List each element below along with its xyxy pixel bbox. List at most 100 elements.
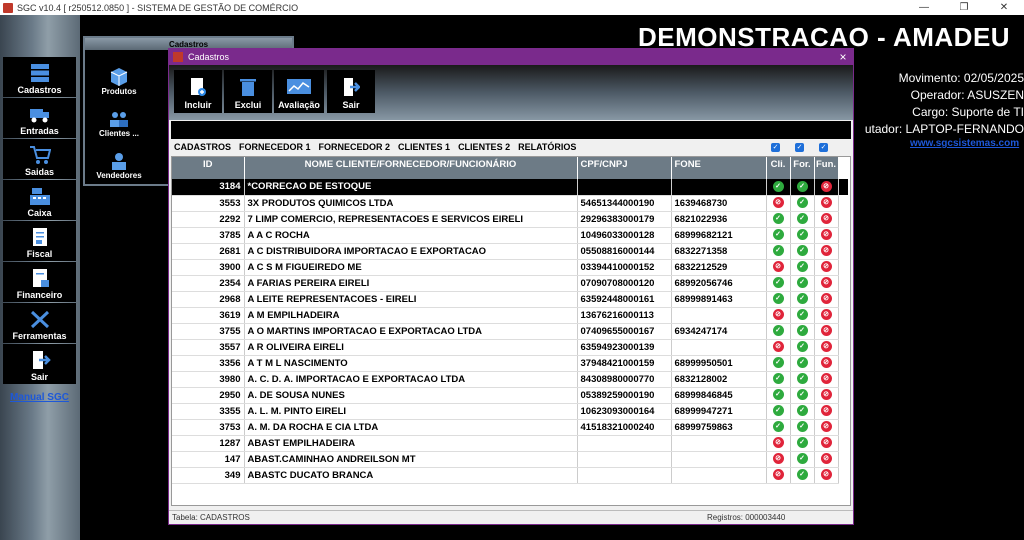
- table-row[interactable]: 147 ABAST.CAMINHAO ANDREILSON MT ⊘ ✓ ⊘: [172, 451, 848, 468]
- tab-clientes-2[interactable]: CLIENTES 2: [458, 142, 510, 152]
- minimize-icon[interactable]: —: [904, 0, 944, 15]
- filter-for-checkbox[interactable]: ✓: [795, 143, 804, 152]
- cell-fun[interactable]: ⊘: [814, 179, 839, 196]
- cell-fun[interactable]: ⊘: [814, 451, 839, 468]
- table-row[interactable]: 3619 A M EMPILHADEIRA 13676216000113 ⊘ ✓ ⊘: [172, 307, 848, 324]
- cell-for[interactable]: ✓: [790, 227, 815, 244]
- table-row[interactable]: 2292 7 LIMP COMERCIO, REPRESENTACOES E SE…: [172, 211, 848, 228]
- tab-relatorios[interactable]: RELATÓRIOS: [518, 142, 576, 152]
- tab-fornecedor-1[interactable]: FORNECEDOR 1: [239, 142, 311, 152]
- cell-fun[interactable]: ⊘: [814, 307, 839, 324]
- cell-cli[interactable]: ✓: [766, 243, 791, 260]
- cell-fun[interactable]: ⊘: [814, 259, 839, 276]
- cell-for[interactable]: ✓: [790, 179, 815, 196]
- close-window-icon[interactable]: ✕: [984, 0, 1024, 15]
- table-row[interactable]: 2681 A C DISTRIBUIDORA IMPORTACAO E EXPOR…: [172, 243, 848, 260]
- cell-cli[interactable]: ✓: [766, 323, 791, 340]
- cell-cli[interactable]: ✓: [766, 227, 791, 244]
- cell-fun[interactable]: ⊘: [814, 211, 839, 228]
- cell-fun[interactable]: ⊘: [814, 355, 839, 372]
- table-row[interactable]: 2950 A. DE SOUSA NUNES 05389259000190 68999…: [172, 387, 848, 404]
- cell-cli[interactable]: ⊘: [766, 339, 791, 356]
- cell-for[interactable]: ✓: [790, 259, 815, 276]
- website-link[interactable]: www.sgcsistemas.com: [910, 138, 1019, 149]
- cell-for[interactable]: ✓: [790, 419, 815, 436]
- table-row[interactable]: 3356 A T M L NASCIMENTO 37948421000159 6899…: [172, 355, 848, 372]
- sidebar-item-ferramentas[interactable]: Ferramentas: [3, 303, 76, 343]
- cell-for[interactable]: ✓: [790, 307, 815, 324]
- cell-fun[interactable]: ⊘: [814, 371, 839, 388]
- cell-for[interactable]: ✓: [790, 403, 815, 420]
- cell-for[interactable]: ✓: [790, 195, 815, 212]
- cell-for[interactable]: ✓: [790, 371, 815, 388]
- cell-for[interactable]: ✓: [790, 355, 815, 372]
- tab-clientes-1[interactable]: CLIENTES 1: [398, 142, 450, 152]
- cell-cli[interactable]: ✓: [766, 387, 791, 404]
- manual-link[interactable]: Manual SGC: [3, 392, 76, 403]
- cell-fun[interactable]: ⊘: [814, 467, 839, 484]
- cell-fun[interactable]: ⊘: [814, 419, 839, 436]
- cell-for[interactable]: ✓: [790, 323, 815, 340]
- table-row[interactable]: 3755 A O MARTINS IMPORTACAO E EXPORTACAO …: [172, 323, 848, 340]
- table-row[interactable]: 3355 A. L. M. PINTO EIRELI 10623093000164 6…: [172, 403, 848, 420]
- sidebar-item-saidas[interactable]: Saidas: [3, 139, 76, 179]
- cell-fun[interactable]: ⊘: [814, 291, 839, 308]
- avaliacao-button[interactable]: Avaliação: [274, 70, 324, 113]
- vendedores-button[interactable]: Vendedores: [86, 142, 152, 183]
- col-cli-header[interactable]: Cli.: [766, 157, 791, 179]
- col-nome-header[interactable]: NOME CLIENTE/FORNECEDOR/FUNCIONÁRIO: [244, 157, 578, 179]
- cell-cli[interactable]: ⊘: [766, 195, 791, 212]
- cell-cli[interactable]: ✓: [766, 275, 791, 292]
- exclui-button[interactable]: Exclui: [224, 70, 272, 113]
- cell-fun[interactable]: ⊘: [814, 339, 839, 356]
- dialog-sair-button[interactable]: Sair: [327, 70, 375, 113]
- cell-for[interactable]: ✓: [790, 211, 815, 228]
- table-row[interactable]: 2354 A FARIAS PEREIRA EIRELI 0709070800012…: [172, 275, 848, 292]
- cell-fun[interactable]: ⊘: [814, 243, 839, 260]
- cell-fun[interactable]: ⊘: [814, 387, 839, 404]
- cell-cli[interactable]: ✓: [766, 211, 791, 228]
- filter-cli-checkbox[interactable]: ✓: [771, 143, 780, 152]
- dialog-close-icon[interactable]: ×: [833, 50, 853, 64]
- cell-for[interactable]: ✓: [790, 451, 815, 468]
- incluir-button[interactable]: Incluir: [174, 70, 222, 113]
- sidebar-item-financeiro[interactable]: Financeiro: [3, 262, 76, 302]
- cell-cli[interactable]: ✓: [766, 419, 791, 436]
- table-row[interactable]: 3900 A C S M FIGUEIREDO ME 03394410000152 6…: [172, 259, 848, 276]
- col-fun-header[interactable]: Fun.: [814, 157, 839, 179]
- tab-cadastros[interactable]: CADASTROS: [174, 142, 231, 152]
- search-bar[interactable]: [171, 121, 851, 139]
- cell-fun[interactable]: ⊘: [814, 227, 839, 244]
- table-row[interactable]: 1287 ABAST EMPILHADEIRA ⊘ ✓ ⊘: [172, 435, 848, 452]
- cell-cli[interactable]: ⊘: [766, 435, 791, 452]
- cell-for[interactable]: ✓: [790, 467, 815, 484]
- sidebar-item-fiscal[interactable]: Fiscal: [3, 221, 76, 261]
- filter-fun-checkbox[interactable]: ✓: [819, 143, 828, 152]
- cell-cli[interactable]: ⊘: [766, 451, 791, 468]
- table-row[interactable]: 3753 A. M. DA ROCHA E CIA LTDA 41518321000…: [172, 419, 848, 436]
- cell-cli[interactable]: ⊘: [766, 259, 791, 276]
- cell-for[interactable]: ✓: [790, 243, 815, 260]
- cell-for[interactable]: ✓: [790, 387, 815, 404]
- table-row[interactable]: 3184 *CORRECAO DE ESTOQUE ✓ ✓ ⊘: [172, 179, 848, 196]
- table-row[interactable]: 2968 A LEITE REPRESENTACOES - EIRELI 63592…: [172, 291, 848, 308]
- cell-cli[interactable]: ✓: [766, 291, 791, 308]
- cell-cli[interactable]: ✓: [766, 355, 791, 372]
- cell-cli[interactable]: ⊘: [766, 467, 791, 484]
- cell-cli[interactable]: ⊘: [766, 307, 791, 324]
- cell-for[interactable]: ✓: [790, 435, 815, 452]
- cell-for[interactable]: ✓: [790, 275, 815, 292]
- sidebar-item-sair[interactable]: Sair: [3, 344, 76, 384]
- cell-cli[interactable]: ✓: [766, 179, 791, 196]
- table-row[interactable]: 3980 A. C. D. A. IMPORTACAO E EXPORTACAO …: [172, 371, 848, 388]
- clientes-button[interactable]: Clientes ...: [86, 100, 152, 141]
- tab-fornecedor-2[interactable]: FORNECEDOR 2: [319, 142, 391, 152]
- cell-cli[interactable]: ✓: [766, 371, 791, 388]
- table-row[interactable]: 3785 A A C ROCHA 10496033000128 68999682121…: [172, 227, 848, 244]
- sidebar-item-cadastros[interactable]: Cadastros: [3, 57, 76, 97]
- sidebar-item-caixa[interactable]: Caixa: [3, 180, 76, 220]
- cell-for[interactable]: ✓: [790, 291, 815, 308]
- cell-fun[interactable]: ⊘: [814, 403, 839, 420]
- table-row[interactable]: 3557 A R OLIVEIRA EIRELI 63594923000139 ⊘ ✓ ⊘: [172, 339, 848, 356]
- col-fone-header[interactable]: FONE: [671, 157, 767, 179]
